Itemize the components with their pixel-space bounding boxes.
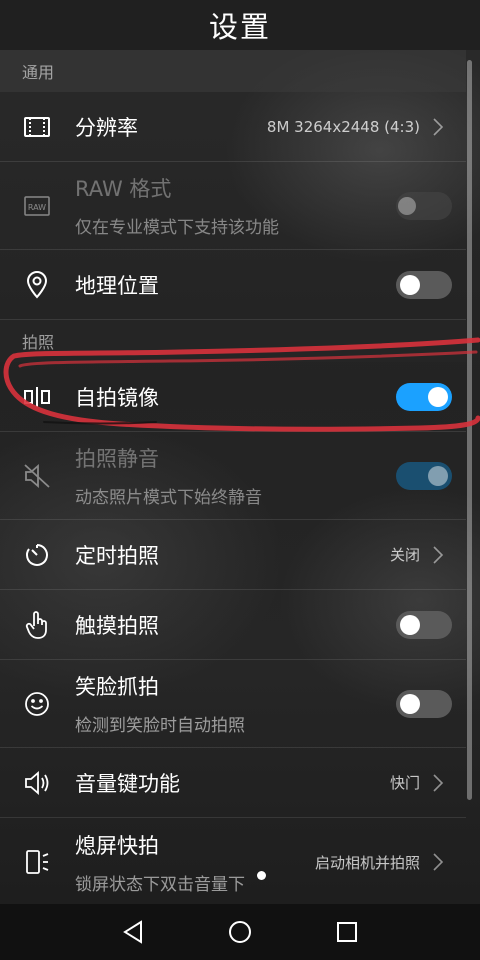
- volume-icon: [22, 768, 52, 798]
- setting-volume-key-label: 音量键功能: [75, 771, 180, 796]
- resolution-icon: [22, 112, 52, 142]
- mirror-icon: [22, 382, 52, 412]
- mute-icon: [22, 461, 52, 491]
- phone-flash-icon: [22, 847, 52, 877]
- timer-icon: [22, 540, 52, 570]
- setting-ultra-snapshot-label: 熄屏快拍: [75, 833, 159, 858]
- chevron-right-icon: [433, 117, 444, 136]
- touch-capture-toggle[interactable]: [396, 610, 452, 639]
- setting-resolution[interactable]: 分辨率 8M 3264x2448 (4:3): [0, 92, 466, 162]
- location-toggle[interactable]: [396, 270, 452, 299]
- scrollbar[interactable]: [467, 60, 472, 800]
- setting-smile-capture-label: 笑脸抓拍: [75, 675, 159, 699]
- setting-touch-capture[interactable]: 触摸拍照: [0, 590, 466, 660]
- setting-mute-shutter-subtitle: 动态照片模式下始终静音: [75, 488, 262, 508]
- setting-mute-shutter: 拍照静音 动态照片模式下始终静音: [0, 432, 466, 520]
- smile-icon: [22, 689, 52, 719]
- setting-raw-format-subtitle: 仅在专业模式下支持该功能: [75, 218, 279, 238]
- touch-icon: [22, 610, 52, 640]
- svg-text:RAW: RAW: [28, 203, 46, 212]
- setting-ultra-snapshot-value: 启动相机并拍照: [314, 853, 420, 872]
- chevron-right-icon: [433, 545, 444, 564]
- setting-timer-label: 定时拍照: [75, 543, 159, 568]
- back-triangle-icon: [123, 920, 143, 944]
- setting-volume-key-value: 快门: [389, 774, 420, 792]
- setting-timer-value: 关闭: [389, 546, 420, 564]
- camera-settings-screen: 设置 通用 分辨率 8M 3264x2448 (4:3) RAW RAW 格式 …: [0, 0, 480, 960]
- setting-smile-capture-subtitle: 检测到笑脸时自动拍照: [75, 716, 245, 736]
- home-button[interactable]: [220, 912, 260, 952]
- smile-capture-toggle[interactable]: [396, 689, 452, 718]
- location-pin-icon: [22, 270, 52, 300]
- setting-resolution-value: 8M 3264x2448 (4:3): [266, 117, 420, 136]
- back-button[interactable]: [113, 912, 153, 952]
- mute-shutter-toggle: [396, 461, 452, 490]
- setting-ultra-snapshot[interactable]: 熄屏快拍 锁屏状态下双击音量下 启动相机并拍照: [0, 818, 466, 906]
- settings-list: 通用 分辨率 8M 3264x2448 (4:3) RAW RAW 格式 仅在专…: [0, 50, 466, 906]
- setting-ultra-snapshot-subtitle: 锁屏状态下双击音量下: [75, 874, 245, 895]
- raw-icon: RAW: [22, 191, 52, 221]
- section-header-general: 通用: [0, 50, 466, 92]
- chevron-right-icon: [433, 853, 444, 871]
- touch-indicator: [257, 871, 266, 880]
- setting-smile-capture[interactable]: 笑脸抓拍 检测到笑脸时自动拍照: [0, 660, 466, 748]
- setting-timer[interactable]: 定时拍照 关闭: [0, 520, 466, 590]
- recents-button[interactable]: [327, 912, 367, 952]
- setting-raw-format: RAW RAW 格式 仅在专业模式下支持该功能: [0, 162, 466, 250]
- setting-raw-format-label: RAW 格式: [75, 177, 172, 201]
- setting-location[interactable]: 地理位置: [0, 250, 466, 320]
- page-title: 设置: [0, 0, 480, 50]
- system-navigation-bar: [0, 904, 480, 960]
- recents-square-icon: [336, 922, 357, 942]
- section-header-photo: 拍照: [0, 320, 466, 362]
- setting-selfie-mirror[interactable]: 自拍镜像: [0, 362, 466, 432]
- home-circle-icon: [228, 921, 251, 943]
- setting-touch-capture-label: 触摸拍照: [75, 613, 159, 638]
- chevron-right-icon: [433, 773, 444, 792]
- selfie-mirror-toggle[interactable]: [396, 382, 452, 411]
- setting-volume-key[interactable]: 音量键功能 快门: [0, 748, 466, 818]
- setting-mute-shutter-label: 拍照静音: [75, 447, 159, 471]
- setting-resolution-label: 分辨率: [75, 115, 138, 140]
- setting-selfie-mirror-label: 自拍镜像: [75, 385, 159, 410]
- setting-location-label: 地理位置: [75, 273, 159, 298]
- raw-format-toggle: [396, 191, 452, 220]
